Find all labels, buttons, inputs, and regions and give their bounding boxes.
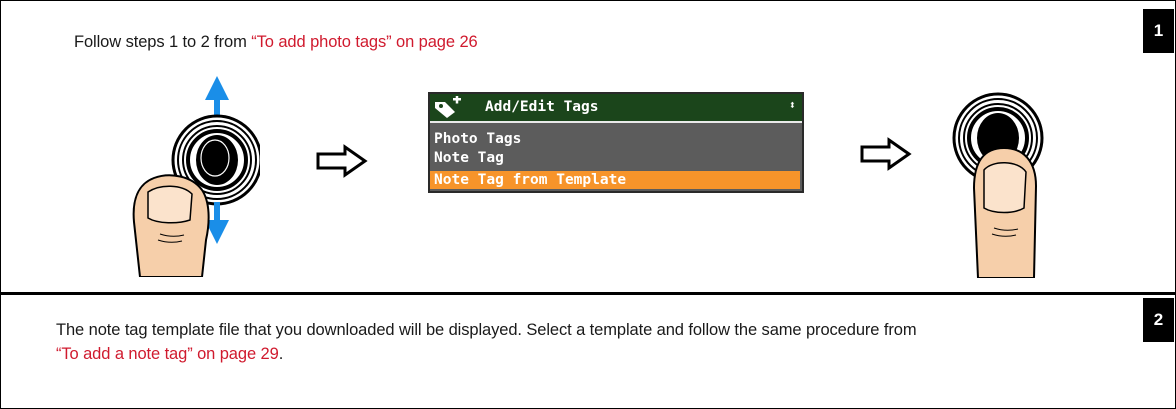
up-arrow-icon [205, 76, 229, 100]
note-tag-link[interactable]: “To add a note tag” on page 29 [56, 345, 279, 363]
scroll-indicator-icon: ⬍ [788, 98, 796, 112]
step-2-text: The note tag template file that you down… [56, 321, 917, 339]
menu-item-photo-tags[interactable]: Photo Tags [433, 130, 521, 148]
step-2-badge: 2 [1143, 298, 1174, 342]
menu-item-note-tag-from-template[interactable]: Note Tag from Template [430, 171, 800, 189]
step-1-instruction: Follow steps 1 to 2 from “To add photo t… [74, 30, 478, 54]
screen-header: Add/Edit Tags ⬍ [430, 94, 802, 123]
rotate-knob-illustration [132, 76, 260, 277]
thumb-icon [972, 146, 1038, 278]
device-screen: Add/Edit Tags ⬍ Photo Tags Note Tag Note… [428, 92, 804, 193]
photo-tags-link[interactable]: “To add photo tags” on page 26 [251, 33, 477, 51]
step-2-instruction: The note tag template file that you down… [56, 318, 1116, 366]
step-1-instruction-text: Follow steps 1 to 2 from [74, 33, 252, 51]
press-knob-illustration [952, 92, 1044, 278]
next-arrow-icon [316, 144, 368, 178]
menu-item-note-tag[interactable]: Note Tag [433, 149, 504, 167]
step-1-badge: 1 [1143, 9, 1174, 53]
screen-title: Add/Edit Tags [485, 99, 599, 115]
thumb-icon [132, 174, 210, 277]
tag-plus-icon [435, 96, 461, 118]
step-2-period: . [278, 345, 284, 363]
next-arrow-icon [860, 137, 912, 171]
step-divider [0, 292, 1176, 295]
